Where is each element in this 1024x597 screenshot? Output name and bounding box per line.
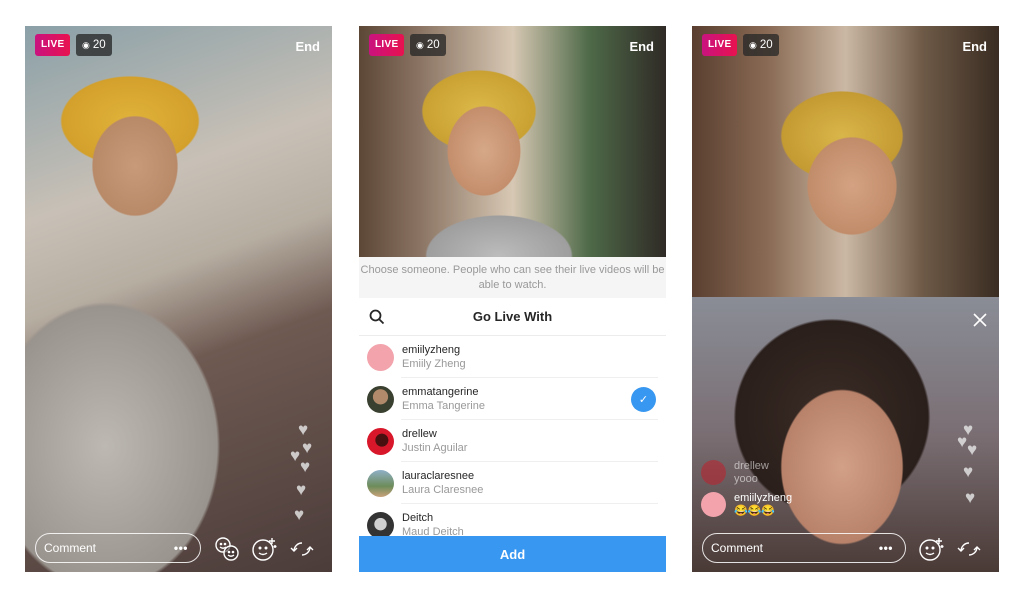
username: emmatangerine [402, 386, 479, 398]
heart-icon: ♥ [298, 420, 309, 439]
more-options-button[interactable]: ••• [879, 541, 893, 555]
flip-camera-button[interactable] [288, 535, 316, 563]
hint-text: Choose someone. People who can see their… [359, 257, 666, 298]
avatar [367, 385, 394, 413]
heart-icon: ♥ [290, 446, 301, 465]
live-badge: LIVE [702, 34, 738, 56]
heart-icon: ♥ [296, 480, 307, 499]
flip-camera-icon [290, 542, 314, 556]
avatar [367, 343, 394, 371]
avatar [367, 427, 394, 455]
viewer-count-badge[interactable]: ◉ 20 [743, 34, 779, 56]
comment-feed: drellew yooo emiilyzheng 😂😂😂 [701, 460, 792, 524]
username: drellew [402, 428, 437, 440]
eye-icon: ◉ [416, 40, 424, 50]
selected-checkmark[interactable]: ✓ [631, 387, 656, 412]
comment-username: emiilyzheng [734, 492, 793, 504]
full-name: Emiily Zheng [402, 358, 466, 370]
heart-icon: ♥ [965, 488, 976, 507]
heart-icon: ♥ [963, 462, 974, 481]
eye-icon: ◉ [749, 40, 757, 50]
heart-icon: ♥ [967, 440, 978, 459]
add-button[interactable]: Add [359, 536, 666, 572]
viewer-count: 20 [92, 39, 106, 51]
comment-item: emiilyzheng 😂😂😂 [701, 492, 792, 518]
live-screen-split: LIVE ◉ 20 End ♥ ♥ ♥ ♥ ♥ drellew yooo emi… [692, 26, 999, 572]
avatar [701, 492, 726, 517]
heart-icon: ♥ [300, 457, 311, 476]
viewer-count: 20 [759, 39, 773, 51]
guest-video [692, 297, 999, 572]
viewer-count: 20 [426, 39, 440, 51]
hearts-stream: ♥ ♥ ♥ ♥ ♥ ♥ [290, 420, 318, 531]
comment-input[interactable]: Comment ••• [702, 533, 906, 563]
comment-placeholder: Comment [44, 541, 97, 555]
username: Deitch [402, 512, 434, 524]
live-video [359, 26, 666, 257]
live-badge: LIVE [35, 34, 71, 56]
full-name: Emma Tangerine [402, 400, 485, 412]
full-name: Justin Aguilar [402, 442, 468, 454]
flip-camera-button[interactable] [955, 535, 983, 563]
eye-icon: ◉ [82, 40, 90, 50]
full-name: Laura Claresnee [402, 484, 484, 496]
live-screen-solo: LIVE ◉ 20 End ♥ ♥ ♥ ♥ ♥ ♥ Comment ••• [25, 26, 332, 572]
add-guest-icon [215, 537, 239, 561]
comment-placeholder: Comment [711, 541, 764, 555]
username: emiilyzheng [402, 344, 461, 356]
avatar [367, 469, 394, 497]
add-guest-button[interactable] [213, 535, 241, 563]
more-options-button[interactable]: ••• [174, 541, 188, 555]
host-video [692, 26, 999, 297]
comment-username: drellew [734, 460, 769, 472]
go-live-with-sheet: Choose someone. People who can see their… [359, 257, 666, 572]
face-filter-button[interactable] [250, 535, 278, 563]
user-row[interactable]: lauraclaresnee Laura Claresnee [359, 462, 666, 504]
face-filter-button[interactable] [917, 535, 945, 563]
hearts-stream: ♥ ♥ ♥ ♥ ♥ [957, 421, 985, 531]
close-icon[interactable] [973, 313, 987, 327]
sheet-header: Go Live With [359, 298, 666, 336]
comment-input[interactable]: Comment ••• [35, 533, 201, 563]
live-video [25, 26, 332, 572]
heart-icon: ♥ [294, 505, 305, 524]
user-list: emiilyzheng Emiily Zheng emmatangerine E… [359, 336, 666, 546]
viewer-count-badge[interactable]: ◉ 20 [76, 34, 112, 56]
comment-text: yooo [734, 473, 758, 485]
live-badge: LIVE [369, 34, 405, 56]
face-filter-icon [252, 538, 277, 561]
heart-icon: ♥ [302, 438, 313, 457]
end-button[interactable]: End [629, 39, 654, 54]
flip-camera-icon [957, 542, 981, 556]
user-row[interactable]: emiilyzheng Emiily Zheng [359, 336, 666, 378]
viewer-count-badge[interactable]: ◉ 20 [410, 34, 446, 56]
user-row[interactable]: emmatangerine Emma Tangerine ✓ [359, 378, 666, 420]
sheet-title: Go Live With [472, 309, 553, 324]
end-button[interactable]: End [962, 39, 987, 54]
go-live-with-screen: LIVE ◉ 20 End Choose someone. People who… [359, 26, 666, 572]
username: lauraclaresnee [402, 470, 475, 482]
user-row[interactable]: drellew Justin Aguilar [359, 420, 666, 462]
comment-item: drellew yooo [701, 460, 792, 486]
avatar [701, 460, 726, 485]
avatar [367, 511, 394, 539]
comment-text: 😂😂😂 [734, 505, 776, 517]
face-filter-icon [919, 538, 944, 561]
search-icon[interactable] [369, 309, 385, 325]
heart-icon: ♥ [957, 432, 968, 451]
end-button[interactable]: End [295, 39, 320, 54]
